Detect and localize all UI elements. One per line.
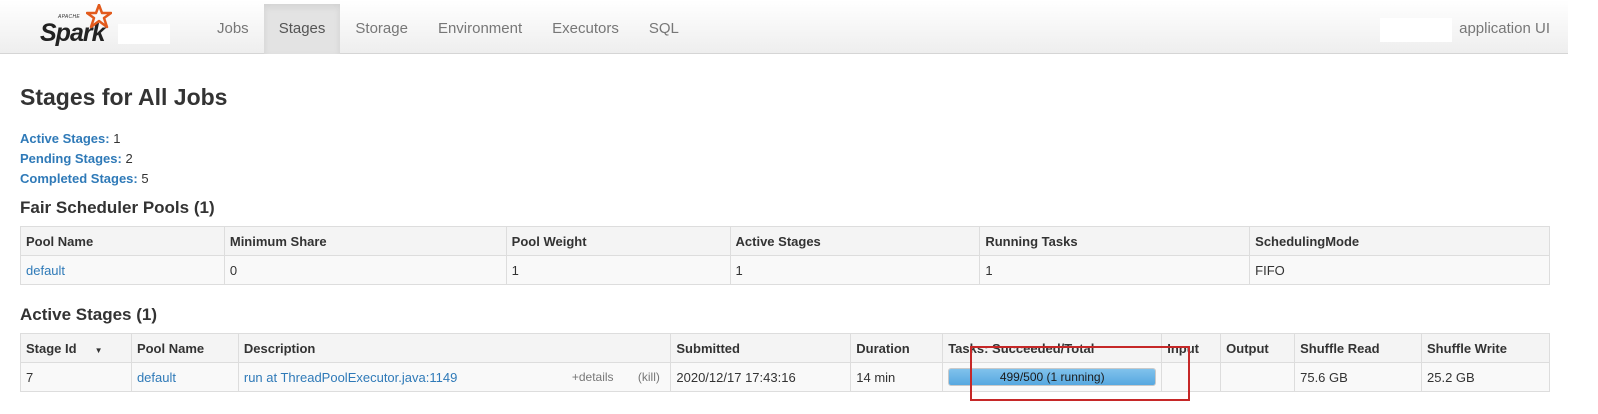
pools-heading: Fair Scheduler Pools (1) bbox=[20, 198, 215, 217]
tasks-cell: 499/500 (1 running) bbox=[942, 362, 1163, 392]
top-navbar: APACHE Spark Jobs Stages Storage Environ… bbox=[0, 0, 1568, 54]
tasks-progress-label: 499/500 (1 running) bbox=[999, 370, 1105, 384]
table-cell: 1 bbox=[505, 255, 731, 285]
column-header[interactable]: Description bbox=[237, 333, 672, 363]
column-header[interactable]: Active Stages bbox=[729, 226, 981, 256]
tab-executors[interactable]: Executors bbox=[537, 4, 634, 54]
pool-link[interactable]: default bbox=[137, 370, 176, 385]
details-toggle[interactable]: +details bbox=[572, 370, 614, 384]
summary-completed[interactable]: Completed Stages: 5 bbox=[20, 169, 149, 189]
table-cell: 0 bbox=[223, 255, 507, 285]
column-header[interactable]: Minimum Share bbox=[223, 226, 507, 256]
stage-summary: Active Stages: 1 Pending Stages: 2 Compl… bbox=[20, 129, 149, 189]
pool-link[interactable]: default bbox=[26, 263, 65, 278]
column-header[interactable]: Running Tasks bbox=[979, 226, 1251, 256]
summary-active-label[interactable]: Active Stages: bbox=[20, 131, 110, 146]
column-header[interactable]: Submitted bbox=[670, 333, 852, 363]
column-header[interactable]: Pool Weight bbox=[505, 226, 731, 256]
summary-pending-value: 2 bbox=[125, 151, 133, 166]
table-row: default 0 1 1 1 FIFO bbox=[20, 255, 1550, 285]
redacted-area bbox=[118, 24, 170, 44]
column-header[interactable]: Shuffle Read bbox=[1294, 333, 1423, 363]
tab-stages[interactable]: Stages bbox=[263, 4, 341, 54]
duration-cell: 14 min bbox=[850, 362, 944, 392]
summary-completed-label[interactable]: Completed Stages: bbox=[20, 171, 138, 186]
column-header-stage-id[interactable]: Stage Id ▼ bbox=[20, 333, 132, 363]
pool-name-cell: default bbox=[130, 362, 239, 392]
tab-storage[interactable]: Storage bbox=[340, 4, 423, 54]
submitted-cell: 2020/12/17 17:43:16 bbox=[670, 362, 852, 392]
column-header[interactable]: Shuffle Write bbox=[1421, 333, 1550, 363]
shuffle-write-cell: 25.2 GB bbox=[1421, 362, 1550, 392]
tasks-progress-bar: 499/500 (1 running) bbox=[948, 368, 1157, 386]
stages-header-row: Stage Id ▼ Pool Name Description Submitte… bbox=[20, 333, 1550, 363]
spark-star-icon bbox=[86, 4, 112, 29]
sort-desc-icon: ▼ bbox=[94, 345, 103, 355]
table-row: 7 default run at ThreadPoolExecutor.java… bbox=[20, 362, 1550, 392]
summary-pending-label[interactable]: Pending Stages: bbox=[20, 151, 122, 166]
input-cell bbox=[1161, 362, 1222, 392]
shuffle-read-cell: 75.6 GB bbox=[1294, 362, 1423, 392]
active-stages-heading[interactable]: Active Stages (1) bbox=[20, 305, 157, 325]
output-cell bbox=[1220, 362, 1296, 392]
pool-name-cell: default bbox=[20, 255, 225, 285]
kill-stage-link[interactable]: (kill) bbox=[638, 370, 660, 384]
summary-active-value: 1 bbox=[113, 131, 121, 146]
column-header[interactable]: Pool Name bbox=[20, 226, 225, 256]
tab-environment[interactable]: Environment bbox=[423, 4, 537, 54]
page-title: Stages for All Jobs bbox=[20, 84, 228, 110]
header-label: Stage Id bbox=[26, 340, 77, 356]
nav-tabs: Jobs Stages Storage Environment Executor… bbox=[202, 4, 694, 54]
summary-active[interactable]: Active Stages: 1 bbox=[20, 129, 149, 149]
tab-jobs[interactable]: Jobs bbox=[202, 4, 264, 54]
description-cell: run at ThreadPoolExecutor.java:1149 +det… bbox=[237, 362, 672, 392]
pools-table: Pool Name Minimum Share Pool Weight Acti… bbox=[20, 226, 1550, 285]
redacted-area bbox=[1380, 18, 1452, 42]
column-header[interactable]: SchedulingMode bbox=[1249, 226, 1550, 256]
column-header[interactable]: Input bbox=[1161, 333, 1222, 363]
tab-sql[interactable]: SQL bbox=[634, 4, 694, 54]
summary-pending[interactable]: Pending Stages: 2 bbox=[20, 149, 149, 169]
stage-description-link[interactable]: run at ThreadPoolExecutor.java:1149 bbox=[244, 370, 457, 385]
active-stages-table: Stage Id ▼ Pool Name Description Submitte… bbox=[20, 333, 1550, 392]
pools-header-row: Pool Name Minimum Share Pool Weight Acti… bbox=[20, 226, 1550, 256]
table-cell: 1 bbox=[979, 255, 1251, 285]
column-header[interactable]: Output bbox=[1220, 333, 1296, 363]
app-title[interactable]: application UI bbox=[1459, 4, 1550, 54]
table-cell: 1 bbox=[729, 255, 981, 285]
stage-id-cell: 7 bbox=[20, 362, 132, 392]
summary-completed-value: 5 bbox=[141, 171, 149, 186]
column-header[interactable]: Tasks: Succeeded/Total bbox=[942, 333, 1163, 363]
column-header[interactable]: Pool Name bbox=[130, 333, 239, 363]
table-cell: FIFO bbox=[1249, 255, 1550, 285]
column-header[interactable]: Duration bbox=[850, 333, 944, 363]
spark-logo[interactable]: APACHE Spark bbox=[38, 4, 128, 48]
